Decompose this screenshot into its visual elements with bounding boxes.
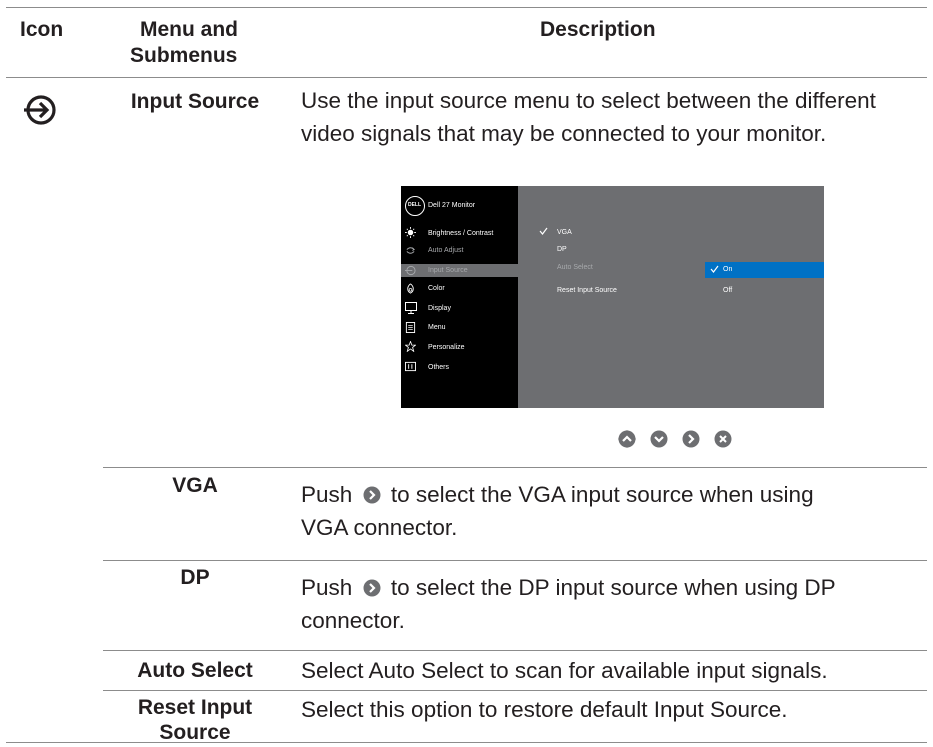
star-icon	[405, 341, 416, 352]
osd-menu-input-source[interactable]: Input Source	[428, 266, 468, 275]
header-icon: Icon	[20, 18, 64, 41]
osd-check-icon	[539, 227, 548, 235]
reset-label-line1: Reset Input	[137, 696, 253, 719]
display-icon	[405, 302, 417, 314]
osd-sub-dp[interactable]: DP	[557, 245, 567, 254]
osd-menu-auto-adjust[interactable]: Auto Adjust	[428, 246, 463, 255]
dp-label: DP	[180, 566, 210, 589]
exit-icon[interactable]	[713, 429, 733, 449]
row-vga-top-rule	[103, 467, 927, 468]
osd-check-on-icon	[710, 265, 719, 273]
header-description: Description	[540, 18, 656, 41]
osd-menu-display[interactable]: Display	[428, 304, 451, 313]
vga-description: Push to select the VGA input source when…	[301, 478, 901, 544]
osd-menu-personalize[interactable]: Personalize	[428, 343, 465, 352]
header-menu-line1: Menu and	[140, 18, 238, 41]
reset-label-line2: Source	[159, 721, 231, 744]
row-dp-top-rule	[103, 560, 927, 561]
color-icon	[407, 283, 414, 294]
up-icon[interactable]	[617, 429, 637, 449]
osd-screenshot: DELL Dell 27 Monitor Brightness / Contra…	[401, 186, 824, 408]
header-menu-line2: Submenus	[130, 44, 238, 67]
osd-title: Dell 27 Monitor	[428, 202, 476, 209]
reset-description: Select this option to restore default In…	[301, 697, 788, 722]
osd-input-source-icon	[405, 265, 416, 276]
menu-icon	[405, 322, 416, 333]
osd-menu-color[interactable]: Color	[428, 284, 445, 293]
dp-desc-line2: connector.	[301, 608, 405, 633]
auto-select-description: Select Auto Select to scan for available…	[301, 658, 828, 683]
osd-menu-brightness[interactable]: Brightness / Contrast	[428, 229, 493, 238]
input-source-icon	[22, 92, 58, 128]
osd-sub-vga[interactable]: VGA	[557, 228, 572, 237]
auto-adjust-icon	[406, 247, 415, 254]
table-top-rule	[6, 7, 927, 8]
vga-desc-after: to select the VGA input source when usin…	[390, 482, 814, 507]
row-reset-top-rule	[103, 690, 927, 691]
osd-option-off[interactable]: Off	[723, 286, 732, 295]
vga-label: VGA	[172, 474, 218, 497]
dp-description: Push to select the DP input source when …	[301, 571, 911, 637]
dp-desc-before: Push	[301, 575, 353, 600]
input-source-description: Use the input source menu to select betw…	[301, 88, 876, 146]
brightness-icon	[405, 227, 416, 238]
dell-logo: DELL	[405, 196, 425, 216]
others-icon	[405, 361, 416, 372]
header-bottom-rule	[6, 77, 927, 78]
dp-desc-after: to select the DP input source when using…	[390, 575, 836, 600]
right-arrow-button-icon	[363, 486, 381, 504]
osd-right-panel	[518, 186, 824, 408]
auto-select-label: Auto Select	[137, 659, 253, 682]
osd-sub-reset[interactable]: Reset Input Source	[557, 286, 617, 295]
osd-option-on[interactable]: On	[723, 265, 732, 274]
osd-nav-buttons	[617, 429, 827, 451]
input-source-label: Input Source	[130, 90, 260, 113]
osd-menu-menu[interactable]: Menu	[428, 323, 446, 332]
right-icon[interactable]	[681, 429, 701, 449]
osd-sub-auto-select[interactable]: Auto Select	[557, 263, 593, 272]
osd-menu-others[interactable]: Others	[428, 363, 449, 372]
down-icon[interactable]	[649, 429, 669, 449]
osd-left-panel	[401, 186, 518, 408]
right-arrow-button-icon	[363, 579, 381, 597]
vga-desc-before: Push	[301, 482, 353, 507]
vga-desc-line2: VGA connector.	[301, 515, 458, 540]
row-auto-top-rule	[103, 650, 927, 651]
